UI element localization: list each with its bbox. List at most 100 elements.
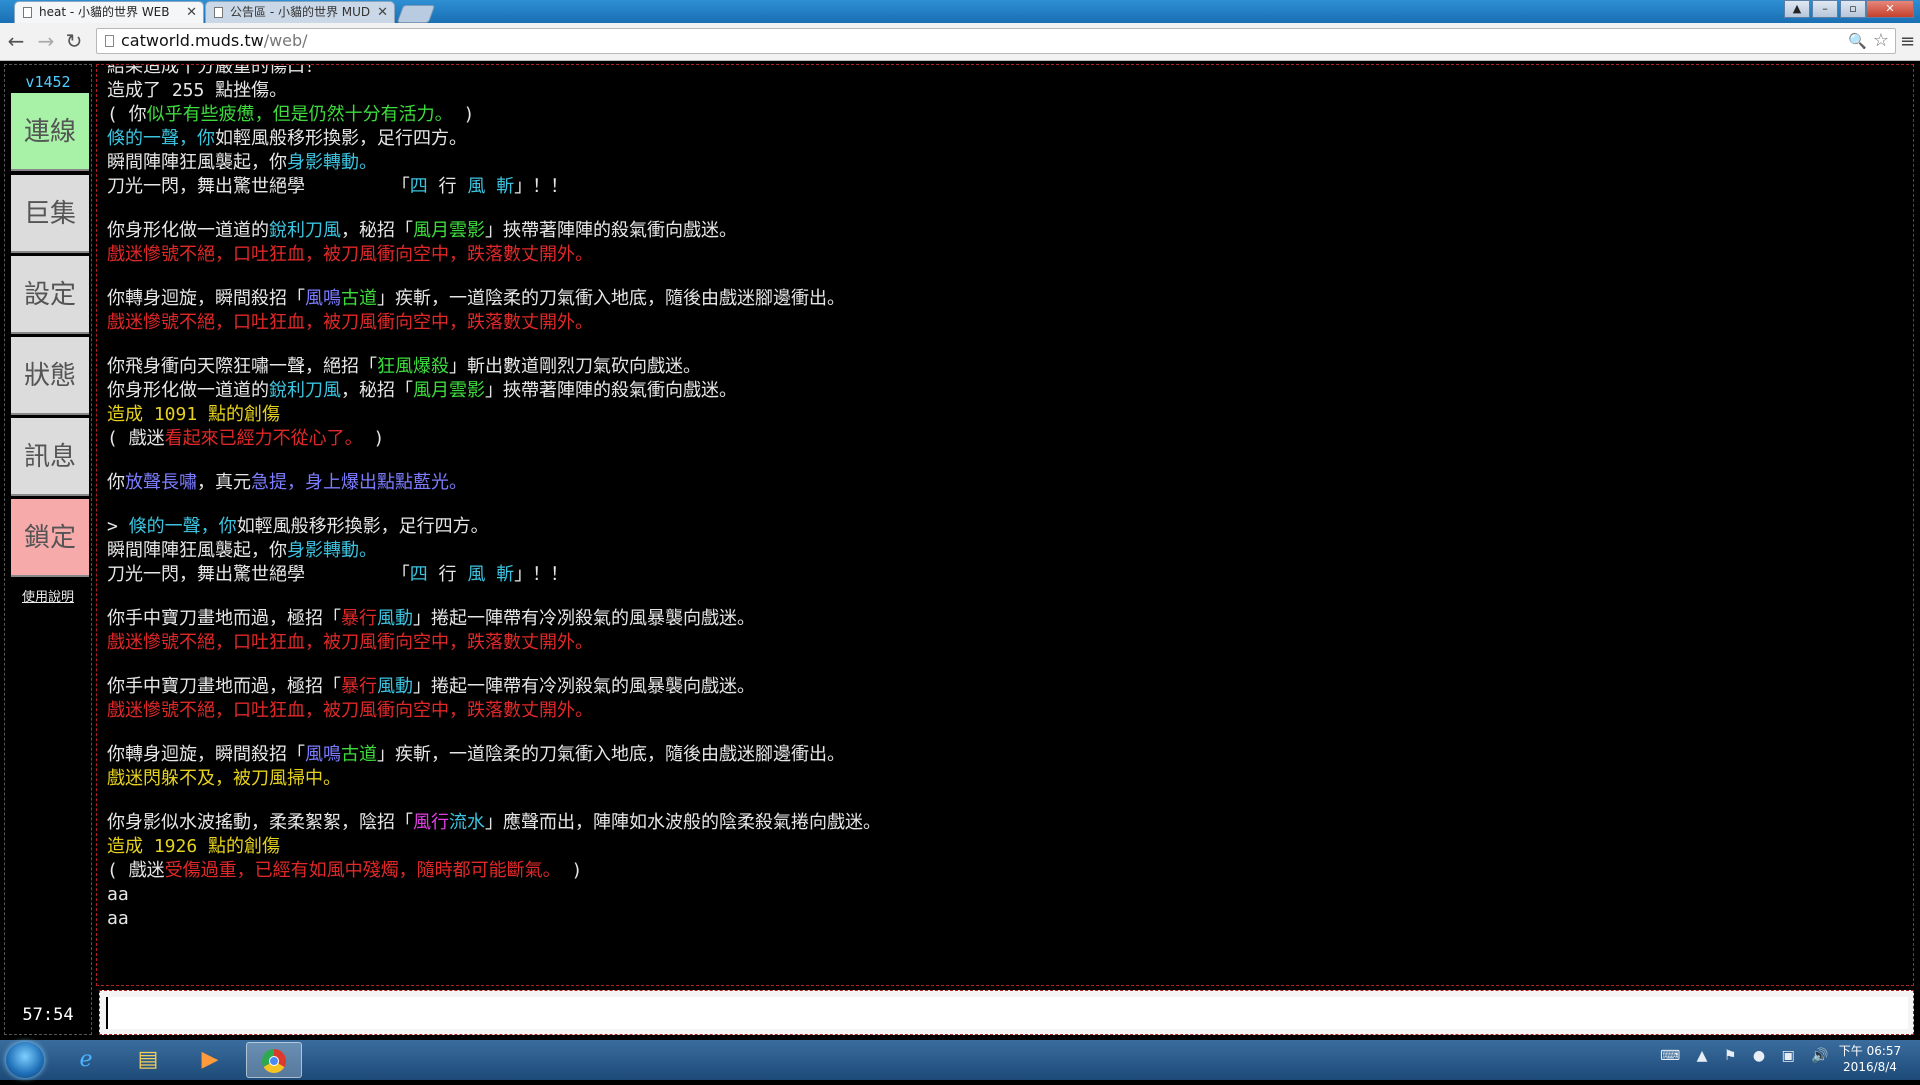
output-line: 你轉身迴旋，瞬間殺招「風鳴古道」疾斬，一道陰柔的刀氣衝入地底，隨後由戲迷腳邊衝出… <box>107 743 1897 767</box>
internet-explorer-icon[interactable]: ℯ <box>58 1042 114 1078</box>
output-text: 你手中寶刀畫地而過，極招「 <box>107 676 341 697</box>
output-text: 受傷過重，已經有如風中殘燭，隨時都可能斷氣。 <box>164 860 561 881</box>
flag-icon[interactable]: ⚑ <box>1724 1048 1737 1064</box>
output-text: 行 <box>438 564 468 585</box>
tray-expand-icon[interactable]: ▲ <box>1697 1048 1708 1064</box>
tab-title: 公告區 - 小貓的世界 MUD <box>230 5 371 19</box>
output-line: 你手中寶刀畫地而過，極招「暴行風動」捲起一陣帶有冷冽殺氣的風暴襲向戲迷。 <box>107 675 1897 699</box>
version-label: v1452 <box>25 73 71 91</box>
browser-toolbar: ← → ↻ catworld.muds.tw/web/ 🔍 ☆ ≡ <box>0 23 1920 61</box>
help-link[interactable]: 使用說明 <box>5 586 91 605</box>
output-line: 倏的一聲，你如輕風般移形換影，足行四方。 <box>107 127 1897 151</box>
output-text: 風月雲影 <box>413 220 485 241</box>
output-line: 你身影似水波搖動，柔柔絮絮，陰招「風行流水」應聲而出，陣陣如水波般的陰柔殺氣捲向… <box>107 811 1897 835</box>
settings-button[interactable]: 設定 <box>11 256 89 334</box>
output-line: ( 你似乎有些疲憊，但是仍然十分有活力。 ) <box>107 103 1897 127</box>
output-line: 戲迷慘號不絕，口吐狂血，被刀風衝向空中，跌落數丈開外。 <box>107 699 1897 723</box>
taskbar-clock-date[interactable]: 2016/8/4 <box>1830 1060 1910 1074</box>
command-input[interactable] <box>106 997 1908 1029</box>
taskbar-clock-time[interactable]: 下午 06:57 <box>1830 1042 1910 1059</box>
output-line: 瞬間陣陣狂風襲起，你身影轉動。 <box>107 539 1897 563</box>
output-text: 結果造成十分嚴重的傷口！ <box>107 64 323 77</box>
output-lines: 結果造成十分嚴重的傷口！ 造成了 255 點挫傷。( 你似乎有些疲憊，但是仍然十分… <box>107 64 1897 931</box>
output-text: 風動 <box>377 608 413 629</box>
game-output-panel[interactable]: 結果造成十分嚴重的傷口！ 造成了 255 點挫傷。( 你似乎有些疲憊，但是仍然十分… <box>96 64 1914 986</box>
reload-icon[interactable]: ↻ <box>62 29 86 53</box>
output-line: ( 戲迷看起來已經力不從心了。 ) <box>107 427 1897 451</box>
output-text: 刀光一閃，舞出驚世絕學 「 <box>107 176 410 197</box>
output-text: 如輕風般移形換影，足行四方。 <box>215 128 467 149</box>
lock-button[interactable]: 鎖定 <box>11 499 89 577</box>
output-text: ，秘招「 <box>341 380 413 401</box>
output-text: 看起來已經力不從心了。 <box>164 428 363 449</box>
output-line: aa <box>107 883 1897 907</box>
output-text: 急提，身上爆出點點藍光。 <box>251 472 467 493</box>
new-tab-button[interactable] <box>396 5 436 23</box>
output-text: 倏的一聲，你 <box>107 128 215 149</box>
back-arrow-icon[interactable]: ← <box>4 29 28 53</box>
output-line: 結果造成十分嚴重的傷口！ <box>107 64 1897 79</box>
output-line: 戲迷慘號不絕，口吐狂血，被刀風衝向空中，跌落數丈開外。 <box>107 243 1897 267</box>
session-timer: 57:54 <box>22 1005 74 1025</box>
output-text: 你轉身迴旋，瞬間殺招「 <box>107 744 305 765</box>
output-text: 瞬間陣陣狂風襲起，你 <box>107 540 287 561</box>
output-text: 刀光一閃，舞出驚世絕學 「 <box>107 564 410 585</box>
output-text: 你身形化做一道道的 <box>107 380 269 401</box>
user-icon[interactable]: ▲ <box>1784 0 1810 18</box>
messages-button[interactable]: 訊息 <box>11 418 89 496</box>
output-text: 風 斬 <box>467 564 515 585</box>
update-icon[interactable]: ● <box>1753 1048 1765 1064</box>
output-text: 身影轉動。 <box>287 540 377 561</box>
tab-title: heat - 小貓的世界 WEB <box>39 5 170 19</box>
output-text: 」疾斬，一道陰柔的刀氣衝入地底，隨後由戲迷腳邊衝出。 <box>377 744 845 765</box>
output-text: 造成 1926 點的創傷 <box>107 836 281 857</box>
minimize-button[interactable]: – <box>1812 0 1838 18</box>
output-text: 風 斬 <box>467 176 515 197</box>
output-text: 放聲長嘯 <box>125 472 197 493</box>
output-text: 古道 <box>341 744 377 765</box>
chrome-taskbar-button[interactable] <box>246 1042 302 1078</box>
sidebar: v1452 連線 巨集 設定 狀態 訊息 鎖定 使用說明 57:54 <box>4 64 92 1035</box>
output-text: 戲迷慘號不絕，口吐狂血，被刀風衝向空中，跌落數丈開外。 <box>107 632 593 653</box>
menu-icon[interactable]: ≡ <box>1900 31 1915 52</box>
output-text: ( 戲迷 <box>107 860 165 881</box>
close-icon[interactable]: ✕ <box>186 2 197 23</box>
volume-icon[interactable]: 🔊 <box>1811 1048 1828 1064</box>
browser-tab-strip: heat - 小貓的世界 WEB ✕ 公告區 - 小貓的世界 MUD ✕ ▲ –… <box>0 0 1920 23</box>
output-line: 造成了 255 點挫傷。 <box>107 79 1897 103</box>
start-button[interactable] <box>6 1042 44 1078</box>
tab-heat[interactable]: heat - 小貓的世界 WEB ✕ <box>14 1 204 23</box>
network-icon[interactable]: ▣ <box>1782 1048 1795 1064</box>
keyboard-icon[interactable]: ⌨ <box>1660 1048 1680 1064</box>
output-text: 」挾帶著陣陣的殺氣衝向戲迷。 <box>485 220 737 241</box>
maximize-button[interactable]: ▫ <box>1840 0 1866 18</box>
bookmark-star-icon[interactable]: ☆ <box>1873 30 1889 51</box>
output-text: ) <box>452 104 475 125</box>
output-text: 風鳴 <box>305 744 341 765</box>
output-line: 你飛身衝向天際狂嘯一聲，絕招「狂風爆殺」斬出數道剛烈刀氣砍向戲迷。 <box>107 355 1897 379</box>
macro-button[interactable]: 巨集 <box>11 175 89 253</box>
forward-arrow-icon[interactable]: → <box>34 29 58 53</box>
output-line: 刀光一閃，舞出驚世絕學 「四 行 風 斬」！！ <box>107 175 1897 199</box>
output-text: 四 <box>409 564 439 585</box>
window-close-button[interactable]: ✕ <box>1866 0 1914 18</box>
output-text: 古道 <box>341 288 377 309</box>
zoom-icon[interactable]: 🔍 <box>1848 32 1867 50</box>
status-button[interactable]: 狀態 <box>11 337 89 415</box>
media-player-icon[interactable]: ▶ <box>182 1042 238 1078</box>
connect-button[interactable]: 連線 <box>11 93 89 171</box>
file-explorer-icon[interactable]: ▤ <box>120 1042 176 1078</box>
address-bar[interactable]: catworld.muds.tw/web/ 🔍 ☆ <box>96 28 1896 54</box>
output-text: 」斬出數道剛烈刀氣砍向戲迷。 <box>449 356 701 377</box>
url-text[interactable]: catworld.muds.tw/web/ <box>121 31 308 50</box>
close-icon[interactable]: ✕ <box>377 2 388 23</box>
tab-announcements[interactable]: 公告區 - 小貓的世界 MUD ✕ <box>205 1 395 23</box>
output-line: 你放聲長嘯，真元急提，身上爆出點點藍光。 <box>107 471 1897 495</box>
output-line: 瞬間陣陣狂風襲起，你身影轉動。 <box>107 151 1897 175</box>
output-text: 風鳴 <box>305 288 341 309</box>
output-text: 你飛身衝向天際狂嘯一聲，絕招「 <box>107 356 377 377</box>
